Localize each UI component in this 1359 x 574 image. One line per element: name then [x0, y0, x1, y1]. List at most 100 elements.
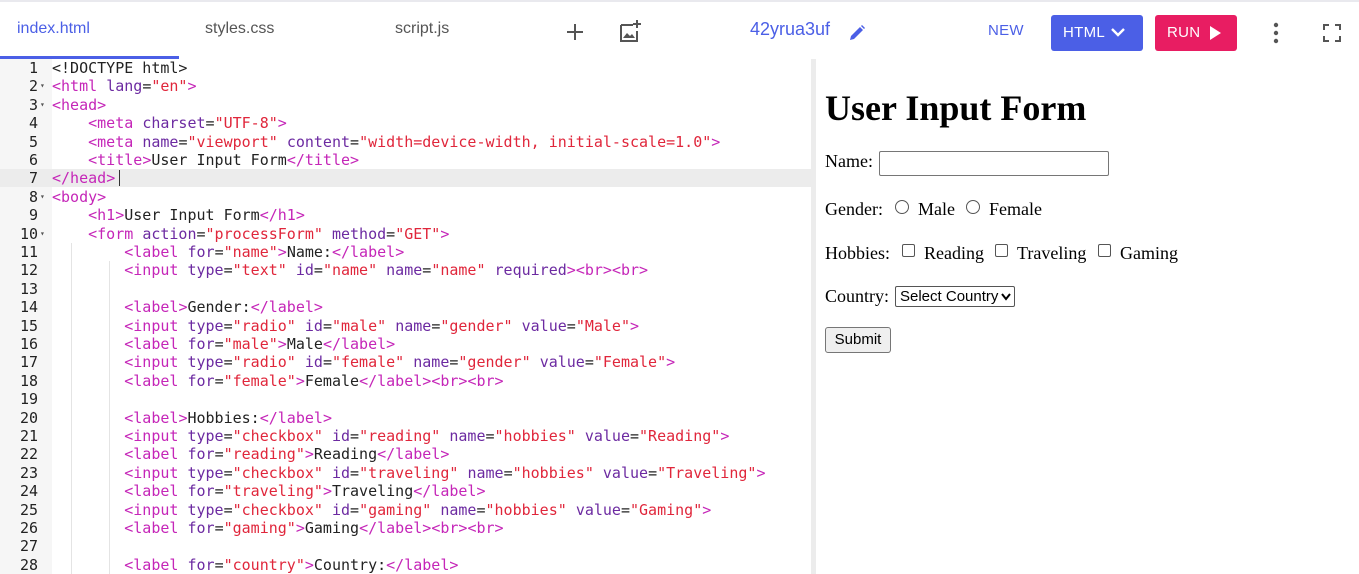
code-line[interactable]: 16 <label for="male">Male</label>	[0, 335, 811, 353]
code-text: <input type="radio" id="female" name="ge…	[124, 353, 676, 372]
code-text: <label for="female">Female</label><br><b…	[124, 371, 504, 390]
gaming-label[interactable]: Gaming	[1120, 243, 1178, 264]
tab-index-html[interactable]: index.html	[17, 20, 90, 38]
line-number: 7	[28, 169, 38, 188]
code-line[interactable]: 8 ▾ <body>	[0, 188, 811, 206]
line-number: 19	[19, 390, 38, 409]
line-number: 27	[19, 537, 38, 556]
submit-button[interactable]: Submit	[825, 327, 891, 353]
line-number: 25	[19, 500, 38, 519]
code-text: <label for="traveling">Traveling</label>	[124, 482, 486, 501]
female-label[interactable]: Female	[989, 199, 1042, 220]
fold-arrow-icon[interactable]: ▾	[40, 77, 45, 95]
code-line[interactable]: 7 </head>	[0, 169, 811, 187]
male-radio[interactable]	[895, 200, 909, 214]
code-line[interactable]: 20 <label>Hobbies:</label>	[0, 409, 811, 427]
indent-guide	[71, 243, 72, 574]
code-line[interactable]: 19	[0, 390, 811, 408]
code-line[interactable]: 18 <label for="female">Female</label><br…	[0, 372, 811, 390]
run-button[interactable]: RUN	[1155, 15, 1237, 51]
line-number: 14	[19, 298, 38, 317]
line-number: 6	[28, 151, 38, 169]
line-number: 11	[19, 243, 38, 261]
code-text: <title>User Input Form</title>	[88, 151, 360, 169]
traveling-label[interactable]: Traveling	[1017, 243, 1086, 264]
code-line[interactable]: 25 <input type="checkbox" id="gaming" na…	[0, 501, 811, 519]
male-label[interactable]: Male	[918, 199, 955, 220]
line-number: 24	[19, 482, 38, 501]
code-text: <!DOCTYPE html>	[52, 59, 188, 77]
female-radio[interactable]	[966, 200, 980, 214]
code-line[interactable]: 17 <input type="radio" id="female" name=…	[0, 353, 811, 371]
tab-styles-css[interactable]: styles.css	[205, 20, 274, 38]
code-text: <html lang="en">	[52, 77, 197, 96]
gaming-checkbox[interactable]	[1098, 244, 1111, 257]
preview-heading: User Input Form	[825, 88, 1087, 128]
code-text: <form action="processForm" method="GET">	[88, 224, 450, 243]
line-number: 17	[19, 353, 38, 372]
traveling-checkbox[interactable]	[995, 244, 1008, 257]
code-line[interactable]: 23 <input type="checkbox" id="traveling"…	[0, 464, 811, 482]
code-line[interactable]: 28 <label for="country">Country:</label>	[0, 556, 811, 574]
hobbies-label: Hobbies:	[825, 243, 890, 263]
line-number: 16	[19, 335, 38, 353]
name-input[interactable]	[879, 151, 1109, 176]
fold-arrow-icon[interactable]: ▾	[40, 188, 45, 206]
reading-label[interactable]: Reading	[924, 243, 984, 264]
project-name[interactable]: 42yrua3uf	[750, 19, 830, 40]
line-number: 22	[19, 445, 38, 464]
code-line[interactable]: 26 <label for="gaming">Gaming</label><br…	[0, 519, 811, 537]
code-text: <h1>User Input Form</h1>	[88, 206, 305, 225]
code-text: <label for="male">Male</label>	[124, 335, 396, 353]
more-vertical-icon[interactable]	[1266, 22, 1286, 49]
fold-arrow-icon[interactable]: ▾	[40, 225, 45, 243]
country-select[interactable]: Select Country	[895, 286, 1015, 307]
toolbar: index.html styles.css script.js 42yrua3u…	[0, 0, 1359, 59]
code-line[interactable]: 27	[0, 537, 811, 555]
preview-pane: User Input Form Name: Gender: Male Femal…	[816, 59, 1359, 574]
code-line[interactable]: 4 <meta charset="UTF-8">	[0, 114, 811, 132]
code-line[interactable]: 1 <!DOCTYPE html>	[0, 59, 811, 77]
select-chevron-icon	[1001, 293, 1011, 301]
code-line[interactable]: 3 ▾ <head>	[0, 96, 811, 114]
code-line[interactable]: 14 <label>Gender:</label>	[0, 298, 811, 316]
country-select-value: Select Country	[900, 288, 999, 305]
add-image-icon[interactable]	[617, 19, 643, 50]
fullscreen-icon[interactable]	[1322, 23, 1342, 48]
code-line[interactable]: 21 <input type="checkbox" id="reading" n…	[0, 427, 811, 445]
tab-script-js[interactable]: script.js	[395, 20, 449, 38]
line-number: 3	[28, 95, 38, 114]
code-line[interactable]: 11 <label for="name">Name:</label>	[0, 243, 811, 261]
fold-arrow-icon[interactable]: ▾	[40, 96, 45, 114]
gender-label: Gender:	[825, 199, 883, 219]
code-text: <input type="checkbox" id="traveling" na…	[124, 463, 766, 482]
line-number: 15	[19, 316, 38, 335]
line-number: 1	[28, 59, 38, 77]
code-text: <body>	[52, 187, 107, 206]
line-number: 9	[28, 206, 38, 225]
code-text: <input type="checkbox" id="gaming" name=…	[124, 500, 712, 519]
line-number: 10	[19, 224, 38, 243]
code-line[interactable]: 2 ▾ <html lang="en">	[0, 77, 811, 95]
line-number: 20	[19, 408, 38, 427]
code-line[interactable]: 24 <label for="traveling">Traveling</lab…	[0, 482, 811, 500]
line-number: 13	[19, 279, 38, 298]
code-text: <label for="reading">Reading</label>	[124, 445, 450, 464]
code-text: <label>Hobbies:</label>	[124, 408, 332, 427]
pencil-icon[interactable]	[848, 24, 866, 47]
language-dropdown-button[interactable]: HTML	[1051, 15, 1143, 51]
code-text: <label for="name">Name:</label>	[124, 243, 405, 261]
code-line[interactable]: 5 <meta name="viewport" content="width=d…	[0, 133, 811, 151]
code-line[interactable]: 10 ▾ <form action="processForm" method="G…	[0, 225, 811, 243]
new-button[interactable]: NEW	[988, 22, 1024, 39]
code-line[interactable]: 6 <title>User Input Form</title>	[0, 151, 811, 169]
code-line[interactable]: 9 <h1>User Input Form</h1>	[0, 206, 811, 224]
code-line[interactable]: 15 <input type="radio" id="male" name="g…	[0, 317, 811, 335]
plus-icon[interactable]	[565, 22, 585, 47]
code-line[interactable]: 13	[0, 280, 811, 298]
code-line[interactable]: 22 <label for="reading">Reading</label>	[0, 445, 811, 463]
line-number: 2	[28, 77, 38, 96]
reading-checkbox[interactable]	[902, 244, 915, 257]
code-editor[interactable]: 1 <!DOCTYPE html> 2 ▾ <html lang="en"> 3 ▾ <hea…	[0, 59, 811, 574]
code-line[interactable]: 12 <input type="text" id="name" name="na…	[0, 261, 811, 279]
